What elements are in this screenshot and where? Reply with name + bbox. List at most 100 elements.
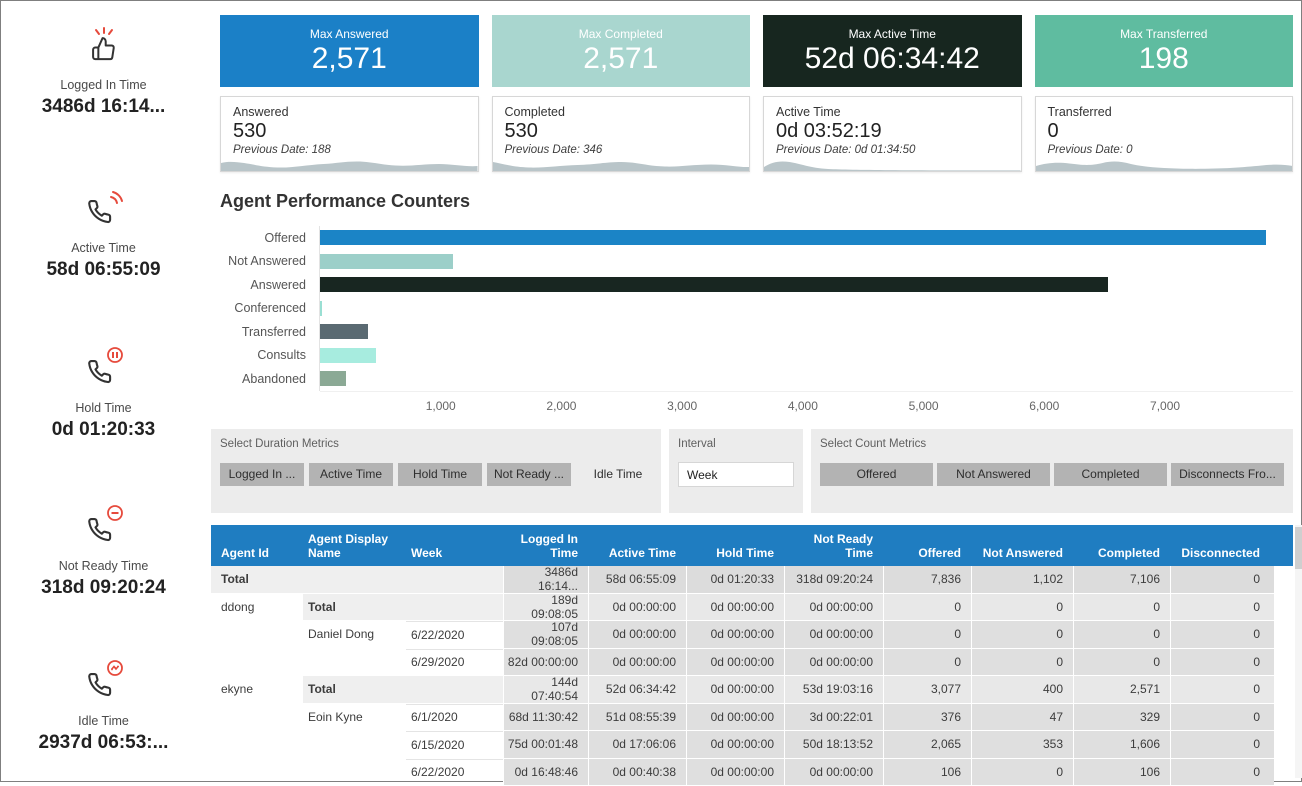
- table-row[interactable]: Total3486d 16:14...58d 06:55:090d 01:20:…: [211, 566, 1293, 594]
- max-card-label: Max Active Time: [849, 27, 936, 41]
- column-header-not-answered[interactable]: Not Answered: [971, 547, 1073, 567]
- cell-agent-id: [211, 704, 303, 731]
- kpi-value: 3486d 16:14...: [42, 96, 166, 118]
- column-header-hold-time[interactable]: Hold Time: [686, 547, 784, 567]
- bar-not-answered[interactable]: [320, 254, 453, 269]
- cell-active: 52d 06:34:42: [588, 676, 686, 703]
- cell-disconnected: 0: [1170, 621, 1274, 648]
- kpi-value: 0d 01:20:33: [52, 419, 156, 441]
- kpi-label: Active Time: [71, 241, 136, 255]
- cell-week: [406, 566, 503, 593]
- max-transferred-card: Max Transferred 198: [1035, 15, 1294, 87]
- kpi-label: Logged In Time: [60, 78, 146, 92]
- x-axis-tick: 5,000: [909, 399, 939, 413]
- cell-active: 0d 00:00:00: [588, 594, 686, 621]
- kpi-tile-logged-in-time: Logged In Time 3486d 16:14...: [1, 23, 206, 118]
- cell-not-ready: 3d 00:22:01: [784, 704, 883, 731]
- table-row[interactable]: Eoin Kyne6/1/202068d 11:30:4251d 08:55:3…: [211, 704, 1293, 732]
- cell-active: 58d 06:55:09: [588, 566, 686, 593]
- cell-not-ready: 50d 18:13:52: [784, 731, 883, 758]
- count-option-offered[interactable]: Offered: [820, 463, 933, 486]
- duration-option-not-ready[interactable]: Not Ready ...: [487, 463, 571, 486]
- duration-option-idle-time[interactable]: Idle Time: [576, 463, 660, 486]
- bar-abandoned[interactable]: [320, 371, 346, 386]
- card-value: 0d 03:52:19: [776, 120, 1009, 143]
- duration-option-hold-time[interactable]: Hold Time: [398, 463, 482, 486]
- x-axis-tick: 1,000: [426, 399, 456, 413]
- table-scrollbar-thumb[interactable]: [1295, 527, 1302, 569]
- column-header-completed[interactable]: Completed: [1073, 547, 1170, 567]
- kpi-tile-hold-time: Hold Time 0d 01:20:33: [1, 346, 206, 441]
- cell-active: 0d 00:00:00: [588, 649, 686, 676]
- duration-options: Logged In ...Active TimeHold TimeNot Rea…: [220, 463, 652, 486]
- interval-panel-title: Interval: [678, 438, 794, 450]
- chart-category-label: Answered: [220, 278, 319, 292]
- bar-conferenced[interactable]: [320, 301, 322, 316]
- cell-not-answered: 0: [971, 594, 1073, 621]
- cell-offered: 0: [883, 621, 971, 648]
- table-body: Total3486d 16:14...58d 06:55:090d 01:20:…: [211, 566, 1293, 786]
- cell-active: 0d 00:00:00: [588, 621, 686, 648]
- interval-panel: Interval Week: [669, 429, 803, 513]
- cell-week: [406, 594, 503, 621]
- cell-name: [303, 759, 406, 786]
- interval-select[interactable]: Week: [678, 462, 794, 487]
- column-header-agent-display-name[interactable]: Agent Display Name: [303, 533, 406, 566]
- card-label: Completed: [505, 105, 738, 119]
- kpi-sidebar: Logged In Time 3486d 16:14... Active Tim…: [1, 1, 206, 781]
- cell-agent-id: [211, 649, 303, 676]
- card-previous-value: Previous Date: 0d 01:34:50: [776, 144, 1009, 156]
- cell-not-ready: 0d 00:00:00: [784, 759, 883, 786]
- bar-transferred[interactable]: [320, 324, 368, 339]
- bar-offered[interactable]: [320, 230, 1266, 245]
- sparkline: [764, 158, 1021, 171]
- count-option-completed[interactable]: Completed: [1054, 463, 1167, 486]
- card-value: 530: [233, 120, 466, 143]
- cell-hold: 0d 00:00:00: [686, 759, 784, 786]
- cell-logged-in: 189d 09:08:05: [503, 594, 588, 621]
- column-header-active-time[interactable]: Active Time: [588, 547, 686, 567]
- cell-week: 6/1/2020: [406, 704, 503, 731]
- table-row[interactable]: Daniel Dong6/22/2020107d 09:08:050d 00:0…: [211, 621, 1293, 649]
- chart-plot-area: [319, 273, 1293, 297]
- count-panel-title: Select Count Metrics: [820, 438, 1284, 450]
- cell-not-answered: 353: [971, 731, 1073, 758]
- cell-completed: 0: [1073, 594, 1170, 621]
- cell-logged-in: 144d 07:40:54: [503, 676, 588, 703]
- bar-consults[interactable]: [320, 348, 376, 363]
- max-card-label: Max Answered: [310, 27, 389, 41]
- column-header-not-ready-time[interactable]: Not Ready Time: [784, 533, 883, 566]
- chart-category-label: Consults: [220, 348, 319, 362]
- column-header-disconnected[interactable]: Disconnected: [1170, 547, 1274, 567]
- max-card-label: Max Completed: [579, 27, 663, 41]
- answered-card: Answered 530 Previous Date: 188: [220, 96, 479, 172]
- table-row[interactable]: 6/15/202075d 00:01:480d 17:06:060d 00:00…: [211, 731, 1293, 759]
- count-option-disconnects-fro[interactable]: Disconnects Fro...: [1171, 463, 1284, 486]
- column-header-logged-in-time[interactable]: Logged In Time: [503, 533, 588, 566]
- count-options: OfferedNot AnsweredCompletedDisconnects …: [820, 463, 1284, 486]
- column-header-week[interactable]: Week: [406, 547, 503, 567]
- column-header-offered[interactable]: Offered: [883, 547, 971, 567]
- max-card-value: 198: [1139, 43, 1189, 75]
- completed-card: Completed 530 Previous Date: 346: [492, 96, 751, 172]
- chart-category-label: Not Answered: [220, 254, 319, 268]
- chart-plot-area: [319, 344, 1293, 368]
- max-card-value: 52d 06:34:42: [805, 43, 980, 75]
- table-row[interactable]: ddongTotal189d 09:08:050d 00:00:000d 00:…: [211, 594, 1293, 622]
- duration-option-active-time[interactable]: Active Time: [309, 463, 393, 486]
- dashboard: Logged In Time 3486d 16:14... Active Tim…: [0, 0, 1302, 782]
- table-row[interactable]: ekyneTotal144d 07:40:5452d 06:34:420d 00…: [211, 676, 1293, 704]
- kpi-tile-not-ready-time: Not Ready Time 318d 09:20:24: [1, 504, 206, 599]
- column-header-agent-id[interactable]: Agent Id: [211, 547, 303, 567]
- duration-option-logged-in[interactable]: Logged In ...: [220, 463, 304, 486]
- count-option-not-answered[interactable]: Not Answered: [937, 463, 1050, 486]
- cell-logged-in: 68d 11:30:42: [503, 704, 588, 731]
- table-scrollbar[interactable]: [1295, 525, 1302, 778]
- bar-answered[interactable]: [320, 277, 1108, 292]
- chart-category-label: Offered: [220, 231, 319, 245]
- cell-active: 0d 00:40:38: [588, 759, 686, 786]
- table-row[interactable]: 6/29/202082d 00:00:000d 00:00:000d 00:00…: [211, 649, 1293, 677]
- chart-category-label: Abandoned: [220, 372, 319, 386]
- cell-completed: 7,106: [1073, 566, 1170, 593]
- cell-completed: 2,571: [1073, 676, 1170, 703]
